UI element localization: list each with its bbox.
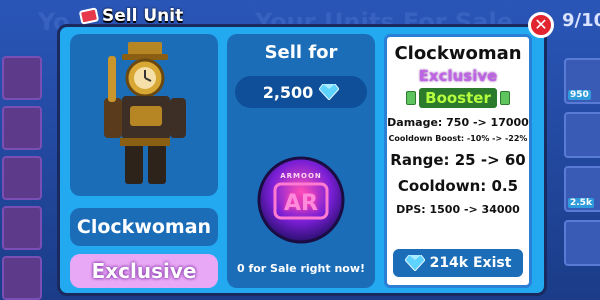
stat-cooldown-boost: Cooldown Boost: -10% -> -22% [388,134,528,143]
stat-cooldown: Cooldown: 0.5 [397,177,519,195]
sell-heading: Sell for [264,42,338,63]
background-sale-tile[interactable] [564,112,600,158]
unit-rarity: Exclusive [70,254,218,288]
sell-unit-tab: Sell Unit [78,6,184,26]
booster-tag: Booster [387,88,529,108]
stats-rarity: Exclusive [418,67,498,85]
unit-stats-card: Clockwoman Exclusive Booster Damage: 750… [384,34,532,288]
orb-label: AR [284,191,318,216]
unit-portrait [70,34,218,196]
background-unit-tile[interactable] [2,256,42,300]
sale-status: 0 for Sale right now! [236,262,366,275]
stat-dps: DPS: 1500 -> 34000 [396,203,520,216]
close-button[interactable]: ✕ [528,12,554,38]
tag-icon [78,7,100,25]
diamond-icon [319,84,340,100]
background-unit-tile[interactable] [2,206,42,250]
unit-card: Clockwoman Exclusive [70,34,218,288]
background-unit-list [0,50,42,300]
background-sale-tile[interactable] [564,220,600,266]
diamond-icon [404,255,425,271]
background-unit-tile[interactable] [2,106,42,150]
battery-icon [406,91,417,105]
background-unit-tile[interactable] [2,56,42,100]
sale-badge: 2.5k [568,198,594,208]
unit-name: Clockwoman [70,208,218,246]
orb-caption: ARMOON [280,172,322,180]
battery-icon [499,91,510,105]
stats-unit-name: Clockwoman [394,43,522,64]
slots-counter: 9/10 [562,10,600,31]
background-sale-list: 950 2.5k [562,50,600,266]
tab-label: Sell Unit [102,6,184,26]
sell-price: 2,500 [262,82,314,102]
exist-label: 214k Exist [429,255,512,271]
background-sale-tile[interactable]: 950 [564,58,600,104]
sell-price-button[interactable]: 2,500 [235,76,367,108]
sell-card: Sell for 2,500 ARMOON AR 0 for Sale righ… [227,34,375,288]
booster-label: Booster [419,88,497,108]
background-sale-tile[interactable]: 2.5k [564,166,600,212]
sale-badge: 950 [568,90,591,100]
clockwoman-avatar-icon [104,42,186,184]
background-unit-tile[interactable] [2,156,42,200]
exist-count: 214k Exist [393,249,523,277]
stat-range: Range: 25 -> 60 [390,151,526,169]
stat-damage: Damage: 750 -> 17000 [387,116,529,129]
